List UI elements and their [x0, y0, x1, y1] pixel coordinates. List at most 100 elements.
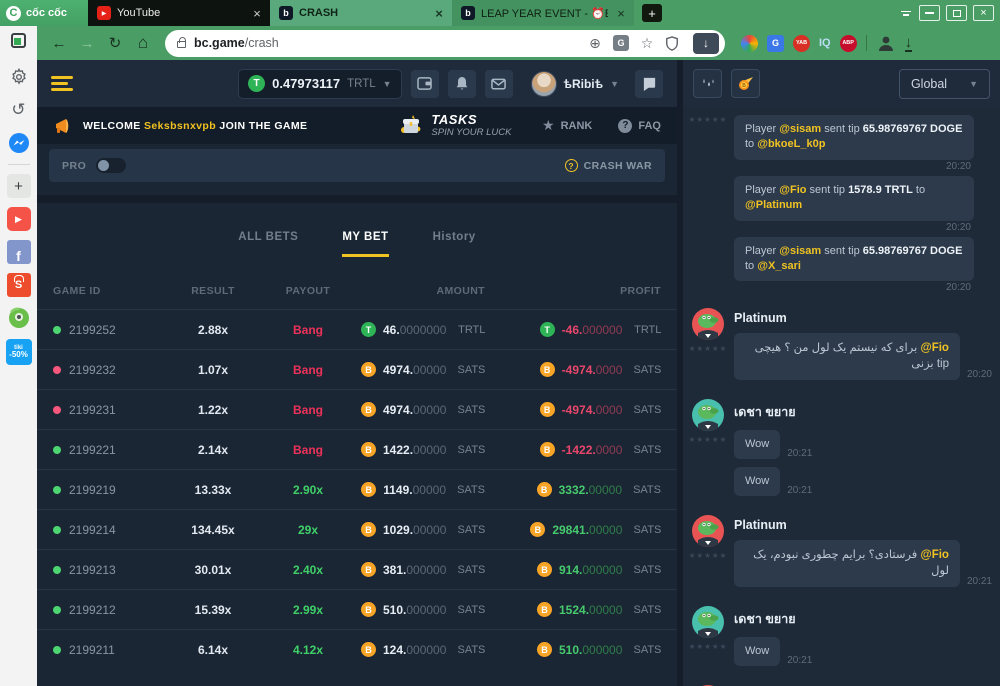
rank-button[interactable]: ★ RANK [542, 117, 592, 134]
close-window-button[interactable]: × [973, 5, 994, 21]
coin-icon: B [540, 362, 555, 377]
avatar[interactable] [531, 71, 557, 97]
youtube-shortcut-icon[interactable]: ▶ [7, 207, 31, 231]
mention[interactable]: @sisam [779, 123, 821, 135]
close-tab-icon[interactable]: × [614, 6, 628, 21]
facebook-shortcut-icon[interactable]: f [7, 240, 31, 264]
extension-yab-icon[interactable]: YAB [793, 35, 810, 52]
chat-toggle-button[interactable] [635, 70, 663, 98]
table-row[interactable]: 2199231 1.22x Bang B4974.00000SATS B-497… [37, 389, 677, 429]
tab-title: CRASH [299, 7, 426, 19]
settings-gear-icon[interactable] [7, 65, 31, 89]
crash-war-link[interactable]: ? CRASH WAR [565, 159, 652, 172]
rain-button[interactable] [693, 69, 722, 98]
tiki-shortcut-icon[interactable]: tiki-50% [6, 339, 32, 365]
profit-cell: B29841.00000SATS [485, 521, 661, 539]
game-id: 2199213 [69, 563, 116, 577]
tasks-widget[interactable]: TASKS SPIN YOUR LUCK [399, 113, 511, 139]
mention[interactable]: @X_sari [757, 260, 801, 272]
home-button[interactable]: ⌂ [131, 33, 155, 53]
tab-youtube[interactable]: ▶ YouTube × [88, 0, 270, 26]
pro-toggle[interactable] [96, 158, 126, 173]
reload-button[interactable]: ↻ [103, 34, 127, 52]
downloads-tray-icon[interactable]: ↓ [905, 35, 913, 52]
new-tab-button[interactable]: + [642, 4, 662, 22]
message-time: 20:21 [967, 576, 992, 587]
avatar[interactable] [692, 606, 724, 638]
mention[interactable]: @sisam [779, 245, 821, 257]
avatar[interactable] [692, 308, 724, 340]
faq-button[interactable]: ? FAQ [618, 119, 661, 133]
user-rating-stars: ★★★★★ [689, 435, 728, 444]
table-row[interactable]: 2199214 134.45x 29x B1029.00000SATS B298… [37, 509, 677, 549]
profit-cell: B510.000000SATS [485, 641, 661, 659]
extension-translate-icon[interactable]: G [767, 35, 784, 52]
extension-abp-icon[interactable]: ABP [840, 35, 857, 52]
forward-button[interactable]: → [75, 35, 99, 52]
table-row[interactable]: 2199219 13.33x 2.90x B1149.00000SATS B33… [37, 469, 677, 509]
chat-username[interactable]: Platinum [734, 311, 992, 325]
chat-username[interactable]: เดชา ขยาย [734, 609, 992, 629]
history-icon[interactable]: ↺ [7, 98, 31, 122]
chat-group-tips: ★★★★★ Player @sisam sent tip 65.98769767… [689, 115, 992, 297]
mention[interactable]: @Fio [779, 184, 806, 196]
table-row[interactable]: 2199211 6.14x 4.12x B124.000000SATS B510… [37, 629, 677, 669]
avatar[interactable] [692, 515, 724, 547]
mention[interactable]: @Fio [921, 342, 949, 354]
mention[interactable]: @Platinum [745, 199, 802, 211]
payout-value: 2.40x [255, 563, 361, 577]
coccoc-shortcut-icon[interactable] [7, 306, 31, 330]
close-tab-icon[interactable]: × [432, 6, 446, 21]
tab-panel-icon[interactable] [899, 5, 913, 21]
mail-button[interactable] [485, 70, 513, 98]
chat-region-dropdown[interactable]: Global ▼ [899, 69, 990, 99]
add-shortcut-button[interactable]: + [7, 174, 31, 198]
url-text[interactable]: bc.game/crash [194, 36, 577, 50]
notifications-bell-button[interactable] [448, 70, 476, 98]
tab-history[interactable]: History [433, 231, 476, 257]
fireball-button[interactable]: B [731, 69, 760, 98]
table-row[interactable]: 2199221 2.14x Bang B1422.00000SATS B-142… [37, 429, 677, 469]
maximize-button[interactable] [946, 5, 967, 21]
table-row[interactable]: 2199212 15.39x 2.99x B510.000000SATS B15… [37, 589, 677, 629]
game-id: 2199252 [69, 323, 116, 337]
profile-icon[interactable] [876, 33, 896, 53]
game-id: 2199219 [69, 483, 116, 497]
extension-iq-icon[interactable]: IQ [819, 37, 831, 49]
close-tab-icon[interactable]: × [250, 6, 264, 21]
table-row[interactable]: 2199232 1.07x Bang B4974.00000SATS B-497… [37, 349, 677, 389]
download-page-button[interactable]: ↓ [693, 33, 719, 54]
shopee-shortcut-icon[interactable]: S [7, 273, 31, 297]
table-row[interactable]: 2199252 2.88x Bang T46.0000000TRTL T-46.… [37, 309, 677, 349]
bookmark-star-icon[interactable]: ☆ [637, 35, 657, 52]
messenger-icon[interactable] [7, 131, 31, 155]
workspace-icon[interactable] [11, 33, 26, 48]
balance-currency: TRTL [347, 78, 376, 90]
chat-username[interactable]: Platinum [734, 518, 992, 532]
tab-leap-year-event[interactable]: b LEAP YEAR EVENT - ⏰Event - × [452, 0, 634, 26]
back-button[interactable]: ← [47, 35, 71, 52]
tip-message: Player @sisam sent tip 65.98769767 DOGE … [734, 237, 974, 294]
message-time: 20:20 [946, 282, 971, 293]
wallet-button[interactable] [411, 70, 439, 98]
zoom-page-icon[interactable]: ⊕ [585, 35, 605, 52]
tab-all-bets[interactable]: ALL BETS [238, 231, 298, 257]
translate-page-icon[interactable]: G [613, 35, 629, 51]
mention[interactable]: @Fio [921, 549, 949, 561]
mention[interactable]: @bkoeL_k0p [757, 138, 825, 150]
tab-crash[interactable]: b CRASH × [270, 0, 452, 26]
hamburger-menu-icon[interactable] [51, 76, 73, 91]
table-row[interactable]: 2199213 30.01x 2.40x B381.000000SATS B91… [37, 549, 677, 589]
avatar[interactable] [692, 399, 724, 431]
tab-my-bet[interactable]: MY BET [342, 231, 388, 257]
chat-username[interactable]: เดชา ขยาย [734, 402, 992, 422]
extension-colorwheel-icon[interactable] [741, 35, 758, 52]
address-bar[interactable]: bc.game/crash ⊕ G ☆ ↓ [165, 30, 725, 57]
rank-star-icon: ★ [542, 117, 555, 134]
user-menu[interactable]: ѣRibiѣ ▼ [531, 71, 619, 97]
shield-icon[interactable] [665, 36, 685, 51]
chevron-down-icon: ▼ [969, 79, 978, 89]
coin-icon: T [361, 322, 376, 337]
balance-selector[interactable]: T 0.47973117 TRTL ▼ [238, 69, 401, 99]
minimize-button[interactable] [919, 5, 940, 21]
